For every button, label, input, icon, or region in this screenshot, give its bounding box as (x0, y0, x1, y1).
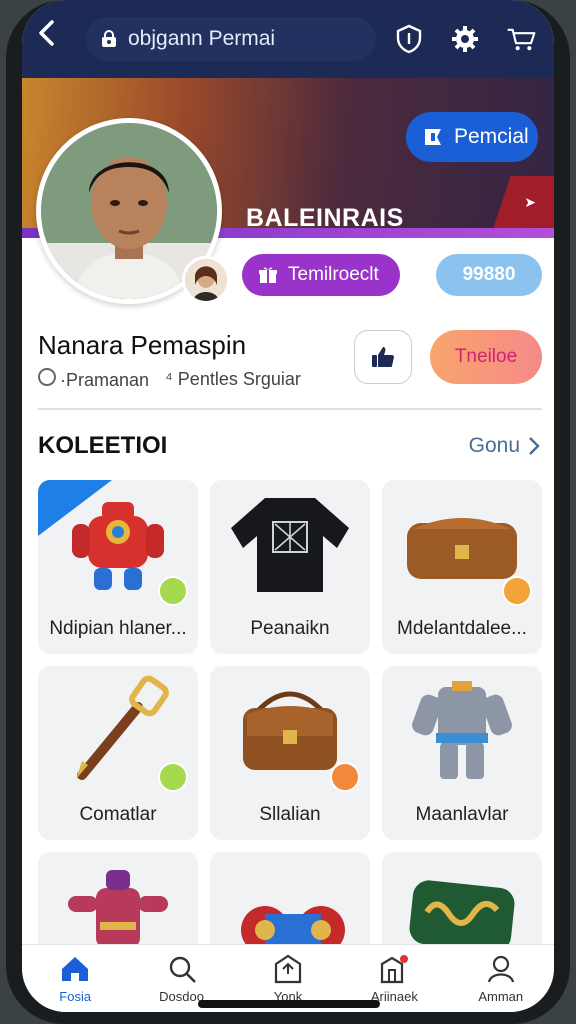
see-all-link[interactable]: Gonu (469, 434, 540, 458)
lock-icon (102, 30, 116, 47)
back-arrow-icon[interactable] (36, 0, 68, 78)
collection-card[interactable]: Mdelantdalee... (382, 480, 542, 654)
premium-badge-icon (425, 129, 441, 145)
card-label: Peanaikn (250, 618, 330, 639)
tagline-text: Pentles Srguiar (177, 369, 301, 389)
search-icon (165, 953, 199, 985)
nav-item-search[interactable]: Dosdoo (137, 953, 227, 1004)
top-bar: objgann Permai (22, 0, 554, 78)
collection-card[interactable]: Comatlar (38, 666, 198, 840)
see-all-label: Gonu (468, 434, 520, 457)
follow-button[interactable]: Tneiloe (430, 330, 542, 384)
location-text: ·Pramanan (60, 370, 150, 390)
thumbs-up-icon (372, 347, 394, 367)
space-suit-image (382, 666, 542, 792)
sweatshirt-image (210, 480, 370, 606)
collection-card[interactable]: Sllalian (210, 666, 370, 840)
item-badge (158, 576, 188, 606)
nav-item-profile[interactable]: Amman (456, 953, 546, 1004)
profile-subtitle: ·Pramanan ⁴ Pentles Srguiar (38, 368, 301, 391)
gift-icon (259, 267, 277, 283)
collection-card[interactable]: Maanlavlar (382, 666, 542, 840)
item-badge (158, 762, 188, 792)
tagline-item: ⁴ Pentles Srguiar (165, 369, 301, 389)
profile-name: Nanara Pemaspin (38, 330, 247, 360)
address-bar[interactable]: objgann Permai (86, 17, 376, 61)
cart-icon[interactable] (506, 24, 536, 54)
premium-label: Pemcial (454, 125, 529, 148)
item-badge (502, 576, 532, 606)
card-label: Ndipian hlaner... (49, 618, 187, 639)
card-label: Maanlavlar (415, 804, 509, 825)
secondary-avatar[interactable] (182, 256, 230, 304)
like-button[interactable] (354, 330, 412, 384)
divider (38, 408, 542, 410)
home-icon (58, 953, 92, 985)
nav-item-box[interactable]: Yonk (243, 953, 333, 1004)
banner-name: BALEINRAIS (246, 204, 404, 232)
premium-button[interactable]: Pemcial (406, 112, 538, 162)
radio-icon (38, 368, 56, 386)
chevron-right-icon (529, 437, 540, 455)
location-item: ·Pramanan (38, 368, 149, 391)
nav-label: Fosia (59, 989, 92, 1004)
notifications-icon (377, 953, 411, 985)
badge-button[interactable]: Temilroeclt (242, 254, 400, 296)
score-badge: 99880 (436, 254, 542, 296)
nav-label: Amman (478, 989, 524, 1004)
badge-label: Temilroeclt (288, 264, 379, 285)
box-icon (271, 953, 305, 985)
shield-icon[interactable] (394, 24, 424, 54)
banner-ribbon: ➤ (492, 176, 554, 232)
settings-gear-icon[interactable] (450, 24, 480, 54)
home-indicator[interactable] (198, 1000, 380, 1008)
collection-card[interactable]: Ndipian hlaner... (38, 480, 198, 654)
collection-card[interactable]: Peanaikn (210, 480, 370, 654)
address-text: objgann Permai (128, 27, 276, 50)
app-screen: objgann Permai ➤ Pemcial BALEINRAIS Temi… (22, 0, 554, 1012)
collection-title: KOLEETIOI (38, 432, 168, 459)
profile-icon (484, 953, 518, 985)
card-label: Comatlar (79, 804, 157, 825)
item-badge (330, 762, 360, 792)
card-label: Sllalian (259, 804, 321, 825)
nav-item-notifications[interactable]: Ariinaek (349, 953, 439, 1004)
card-label: Mdelantdalee... (397, 618, 527, 639)
nav-item-home[interactable]: Fosia (30, 953, 120, 1004)
